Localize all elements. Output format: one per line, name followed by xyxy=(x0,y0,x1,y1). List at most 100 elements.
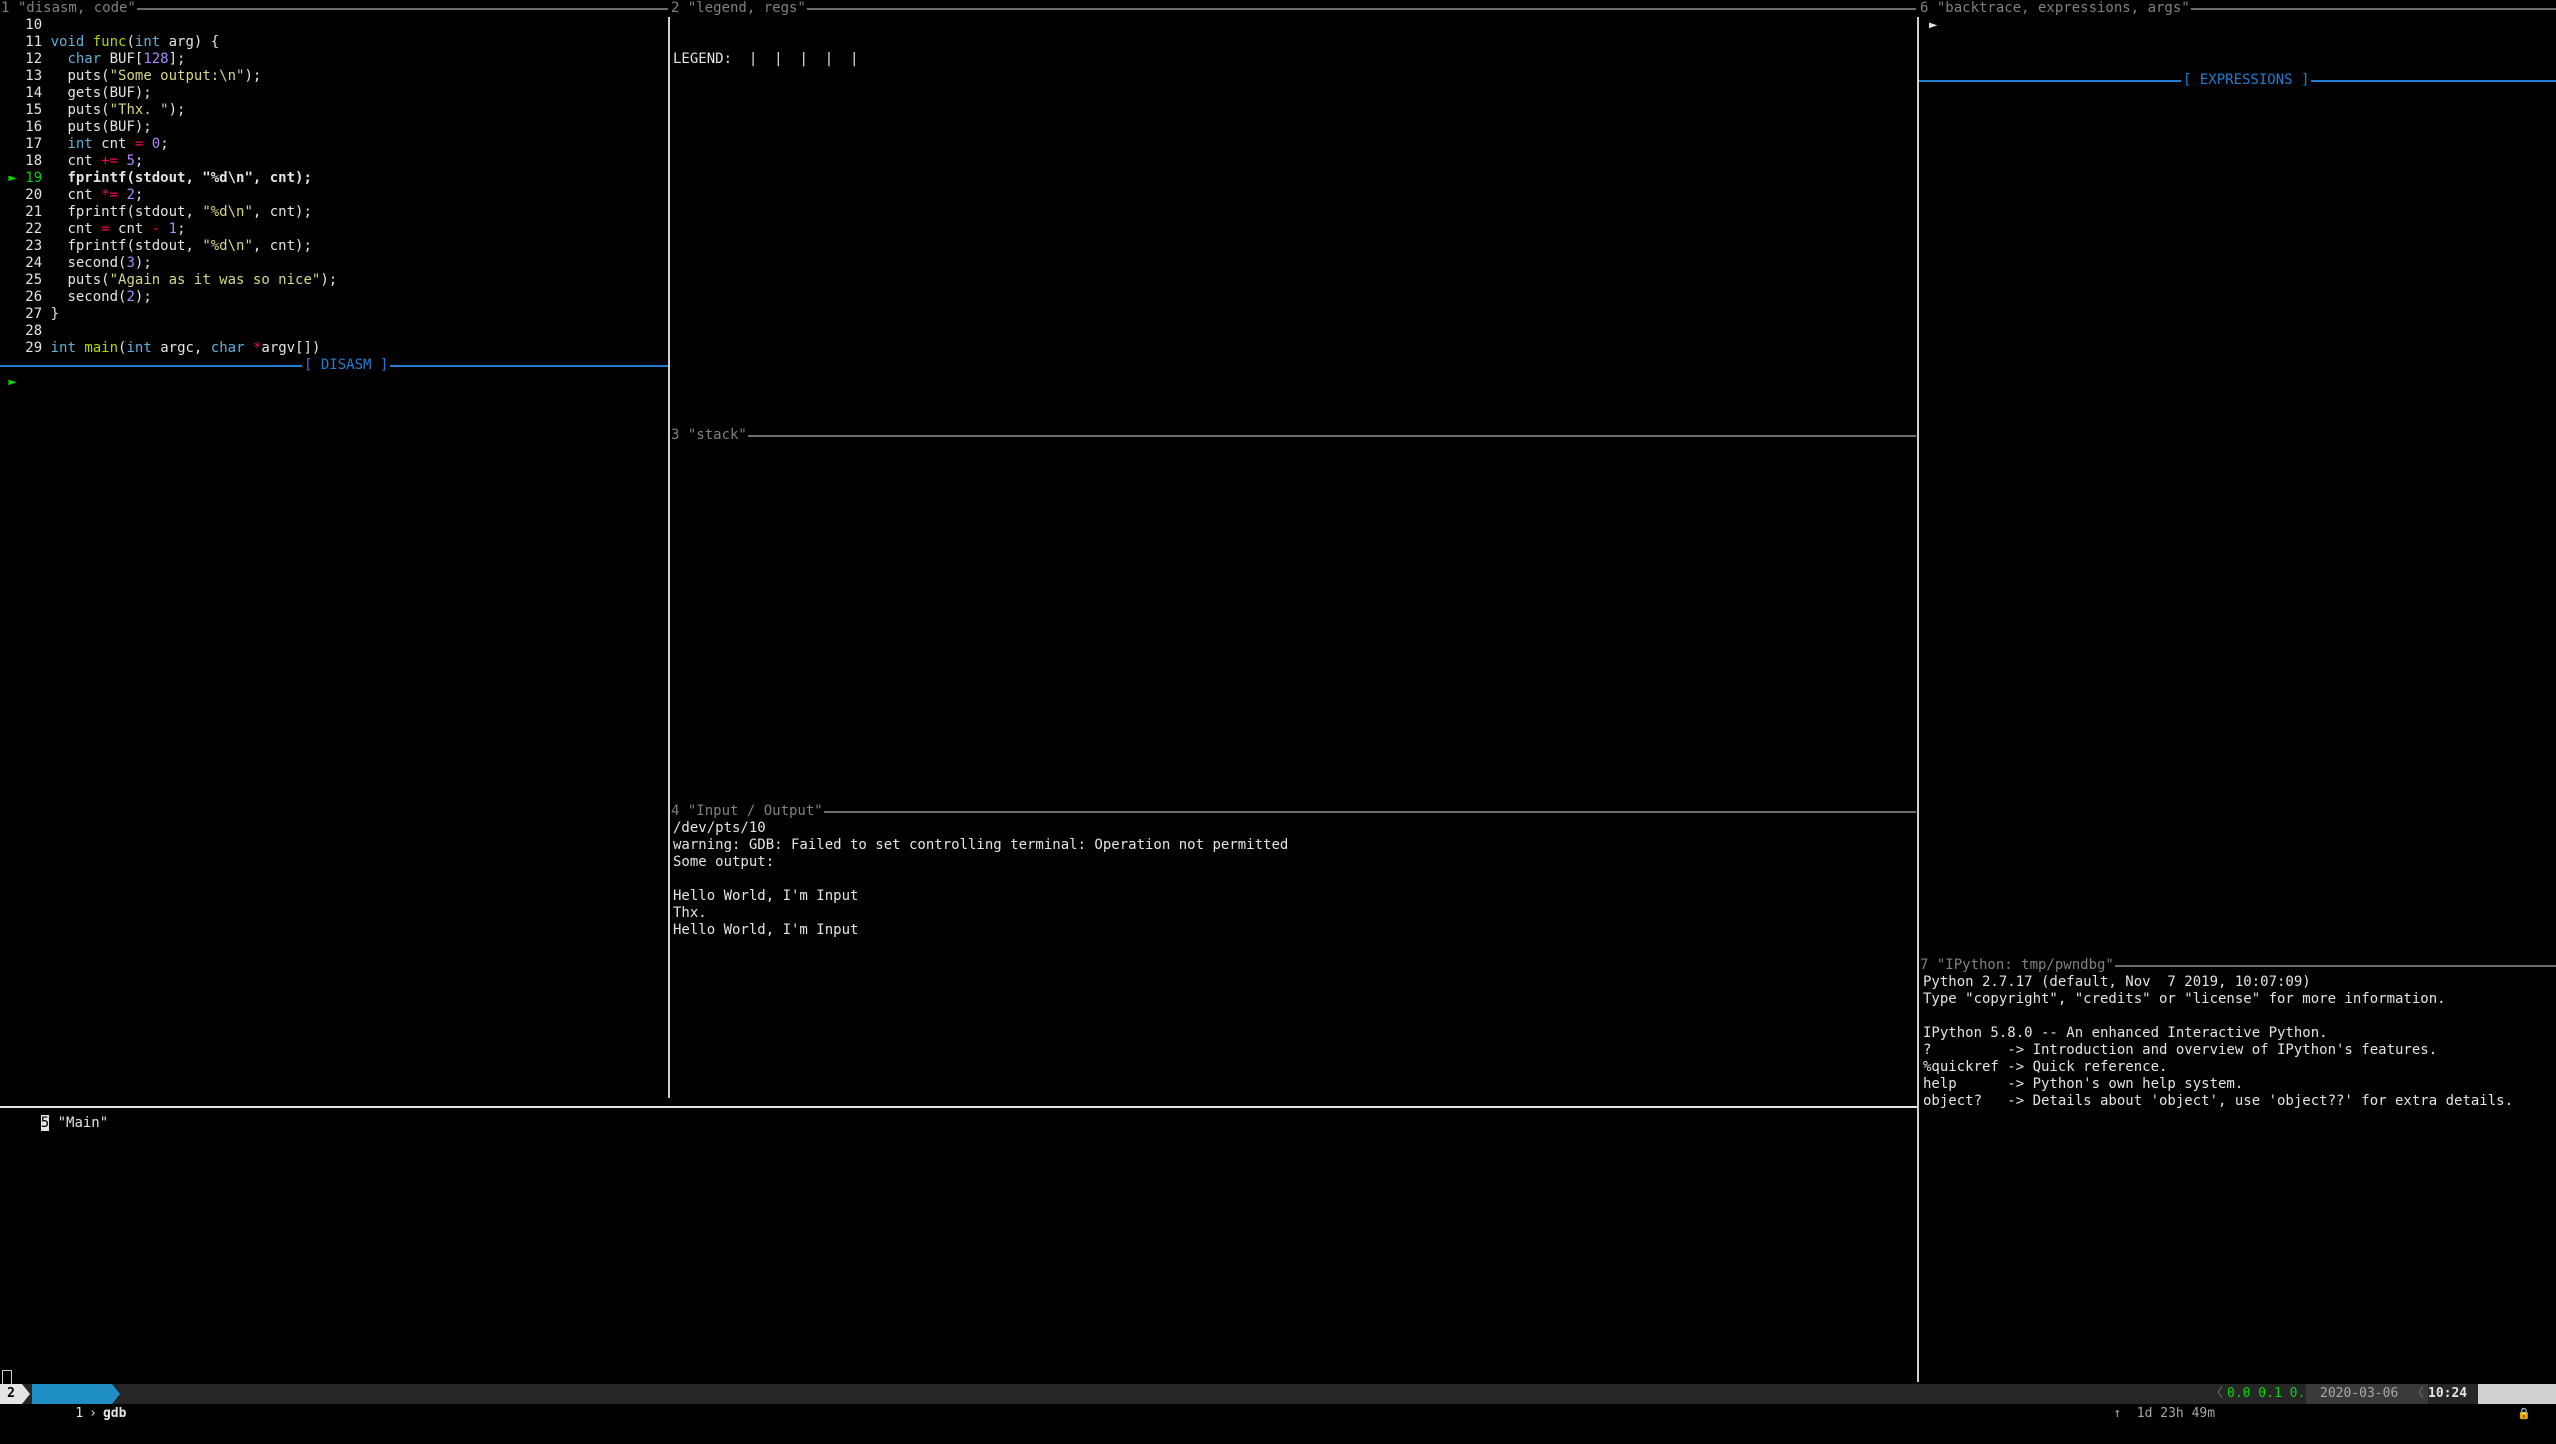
source-code: 10 11 void func(int arg) { 12 char BUF[1… xyxy=(0,17,668,357)
disasm-line xyxy=(0,1020,668,1037)
gutter xyxy=(0,697,25,713)
disasm-line xyxy=(0,646,668,663)
lock-icon: 🔒 xyxy=(2517,1407,2531,1420)
stack-row xyxy=(673,546,1916,563)
disasm-line xyxy=(0,833,668,850)
pane-title: 2 "legend, regs" xyxy=(670,0,1916,17)
io-line: Thx. xyxy=(673,905,1916,922)
line-number: 15 xyxy=(25,102,51,118)
gutter xyxy=(0,986,25,1002)
register-row xyxy=(673,340,1916,357)
disasm-line xyxy=(0,1003,668,1020)
disasm-line xyxy=(0,867,668,884)
disasm-line xyxy=(0,1071,668,1088)
pane-legend-regs[interactable]: 2 "legend, regs" LEGEND: | | | | | xyxy=(670,0,1916,425)
source-line: 20 cnt *= 2; xyxy=(0,187,668,204)
pane-input-output[interactable]: 4 "Input / Output" /dev/pts/10 warning: G… xyxy=(670,803,1916,1098)
pane-stack[interactable]: 3 "stack" xyxy=(670,427,1916,795)
source-line: 23 fprintf(stdout, "%d\n", cnt); xyxy=(0,238,668,255)
register-row xyxy=(673,255,1916,272)
source-line: 18 cnt += 5; xyxy=(0,153,668,170)
io-line: warning: GDB: Failed to set controlling … xyxy=(673,837,1916,854)
io-text: warning: GDB: Failed to set controlling … xyxy=(673,837,1289,853)
window-tab-gdb[interactable]: 1 › gdb xyxy=(32,1384,126,1421)
ipython-prompt[interactable] xyxy=(1923,1127,2556,1144)
gdb-console-line xyxy=(2,1217,1917,1234)
register-row xyxy=(673,374,1916,391)
terminal-cursor[interactable] xyxy=(2,1370,12,1384)
backtrace-frame[interactable] xyxy=(1923,51,2556,68)
disasm-line xyxy=(0,391,668,408)
gutter xyxy=(0,969,25,985)
line-number: 22 xyxy=(25,221,51,237)
stack-row xyxy=(673,495,1916,512)
disasm-line xyxy=(0,697,668,714)
gutter xyxy=(0,510,25,526)
gdb-console-line xyxy=(2,1251,1917,1268)
io-line: Hello World, I'm Input xyxy=(673,922,1916,939)
disasm-line xyxy=(0,425,668,442)
disasm-line xyxy=(0,714,668,731)
gdb-console-line xyxy=(2,1268,1917,1285)
line-number: 19 xyxy=(25,170,51,186)
pane-ipython[interactable]: 7 "IPython: tmp/pwndbg" Python 2.7.17 (d… xyxy=(1919,957,2556,1382)
expressions-header: [ EXPRESSIONS ] xyxy=(1919,72,2556,89)
gutter xyxy=(0,1003,25,1019)
pane-title: 7 "IPython: tmp/pwndbg" xyxy=(1919,957,2556,974)
disasm-line xyxy=(0,850,668,867)
gdb-console-line xyxy=(2,1336,1917,1353)
source-code-text: char BUF[128]; xyxy=(67,51,186,67)
source-code-text: fprintf(stdout, "%d\n", cnt); xyxy=(50,204,312,220)
pane-title: 6 "backtrace, expressions, args" xyxy=(1919,0,2556,17)
gdb-console[interactable] xyxy=(2,1183,1917,1384)
disasm-line xyxy=(0,1037,668,1054)
date: 2020-03-06 xyxy=(2306,1384,2428,1404)
gdb-input-line[interactable] xyxy=(2,1370,1917,1384)
gutter xyxy=(0,748,25,764)
legend-separator: | xyxy=(791,51,817,67)
disasm-line xyxy=(0,782,668,799)
disasm-line xyxy=(0,595,668,612)
io-text: Hello World, I'm Input xyxy=(673,888,859,904)
hostname-badge: 🔒 at-at xyxy=(2478,1384,2556,1421)
source-line: ► 19 fprintf(stdout, "%d\n", cnt); xyxy=(0,170,668,187)
line-number: 12 xyxy=(25,51,51,67)
pane-title: 1 "disasm, code" xyxy=(0,0,668,17)
session-name[interactable]: 2 xyxy=(0,1384,22,1404)
ipython-line: object? -> Details about 'object', use '… xyxy=(1923,1093,2556,1110)
stack-listing xyxy=(673,444,1916,580)
register-row xyxy=(673,153,1916,170)
ipython-line: IPython 5.8.0 -- An enhanced Interactive… xyxy=(1923,1025,2556,1042)
pane-main-gdb[interactable]: 5 "Main" xyxy=(0,1098,1917,1384)
current-frame-marker-icon: ► xyxy=(1929,17,1938,33)
source-line: 28 xyxy=(0,323,668,340)
source-line: 10 xyxy=(0,17,668,34)
register-row xyxy=(673,221,1916,238)
backtrace-frame[interactable] xyxy=(1923,34,2556,51)
gutter xyxy=(0,578,25,594)
stack-row xyxy=(673,478,1916,495)
pane-backtrace[interactable]: 6 "backtrace, expressions, args" ► [ EXP… xyxy=(1919,0,2556,955)
source-code-text: int main(int argc, char *argv[]) xyxy=(50,340,321,356)
source-code-text: void func(int arg) { xyxy=(50,34,220,50)
backtrace-frame[interactable]: ► xyxy=(1923,17,2556,34)
source-code-text: fprintf(stdout, "%d\n", cnt); xyxy=(50,238,312,254)
line-number: 18 xyxy=(25,153,51,169)
line-number: 20 xyxy=(25,187,51,203)
gutter xyxy=(0,102,25,118)
gutter xyxy=(0,765,25,781)
source-line: 25 puts("Again as it was so nice"); xyxy=(0,272,668,289)
gutter xyxy=(0,629,25,645)
gutter xyxy=(0,476,25,492)
io-line: Some output: xyxy=(673,854,1916,871)
io-text: Thx. xyxy=(673,905,707,921)
line-number: 16 xyxy=(25,119,51,135)
ipython-line: ? -> Introduction and overview of IPytho… xyxy=(1923,1042,2556,1059)
line-number: 24 xyxy=(25,255,51,271)
gutter xyxy=(0,884,25,900)
disasm-line xyxy=(0,629,668,646)
gutter xyxy=(0,272,25,288)
gutter xyxy=(0,391,25,407)
source-line: 22 cnt = cnt - 1; xyxy=(0,221,668,238)
pane-disasm-code[interactable]: 1 "disasm, code" 10 11 void func(int arg… xyxy=(0,0,668,1098)
